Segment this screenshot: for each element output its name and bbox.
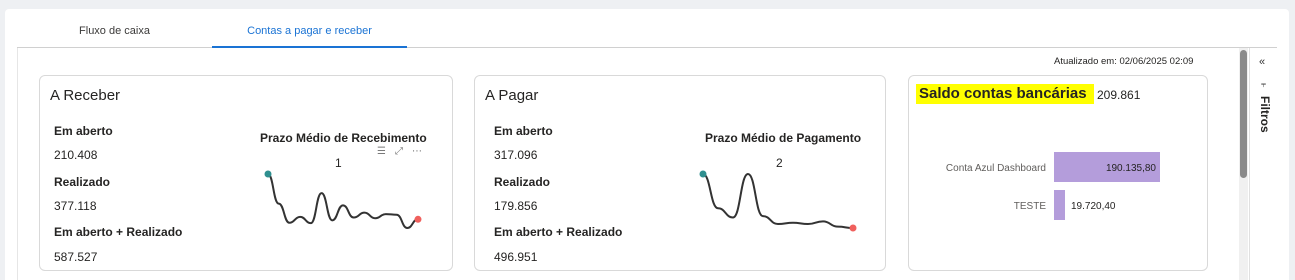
filter-icon[interactable]: ☰ [377, 146, 386, 157]
receber-chart-title: Prazo Médio de Recebimento [260, 131, 427, 145]
page-tabs: Fluxo de caixa Contas a pagar e receber [17, 17, 1277, 49]
receber-aberto-label: Em aberto [54, 124, 113, 138]
pagar-card[interactable]: A Pagar Em aberto 317.096 Realizado 179.… [474, 75, 886, 271]
receber-realizado-value: 377.118 [54, 199, 97, 213]
pagar-chart-title: Prazo Médio de Pagamento [705, 131, 862, 145]
pagar-realizado-label: Realizado [494, 175, 551, 189]
receber-spark-last-point [414, 215, 422, 223]
pagar-title: A Pagar [485, 87, 539, 104]
scrollbar-thumb[interactable] [1240, 50, 1247, 178]
receber-total-label: Em aberto + Realizado [54, 225, 183, 239]
receber-aberto-value: 210.408 [54, 148, 98, 162]
pagar-spark-last-point [849, 224, 857, 232]
pagar-total-label: Em aberto + Realizado [494, 225, 623, 239]
more-options-icon[interactable]: ⋯ [412, 146, 422, 157]
tab-contas-a-pagar-e-receber[interactable]: Contas a pagar e receber [212, 17, 407, 49]
bar-data-label: 190.135,80 [1106, 163, 1156, 174]
saldo-total: 209.861 [1097, 88, 1141, 102]
filter-icon: ⫧ [1261, 79, 1267, 89]
receber-spark-line [267, 173, 419, 230]
saldo-title: Saldo contas bancárias [916, 84, 1094, 104]
visual-toolbar: ☰ ⤢ ⋯ [377, 146, 431, 157]
receber-sparkline [264, 170, 422, 230]
receber-realizado-label: Realizado [54, 175, 111, 189]
receber-total-value: 587.527 [54, 250, 98, 264]
pagar-spark-line [702, 172, 854, 229]
saldo-card[interactable]: Saldo contas bancárias 209.861 Conta Azu… [908, 75, 1208, 271]
report-page: Atualizado em: 02/06/2025 02:09 A Recebe… [17, 48, 1237, 280]
pagar-realizado-value: 179.856 [494, 199, 538, 213]
bar [1054, 190, 1065, 220]
pagar-sparkline [699, 170, 857, 232]
filters-pane[interactable]: « ⫧ Filtros [1249, 48, 1279, 280]
pagar-spark-max-point [699, 170, 707, 178]
tab-fluxo-de-caixa[interactable]: Fluxo de caixa [17, 17, 212, 48]
bar-data-label: 19.720,40 [1071, 201, 1116, 212]
saldo-bar-chart: Conta Azul Dashboard 190.135,80 TESTE 19.72… [946, 152, 1160, 220]
focus-mode-icon[interactable]: ⤢ [395, 146, 403, 157]
filters-label[interactable]: Filtros [1258, 96, 1272, 133]
receber-spark-max-point [264, 170, 272, 178]
receber-title: A Receber [50, 87, 121, 104]
chevron-double-left-icon[interactable]: « [1259, 56, 1265, 68]
pagar-aberto-label: Em aberto [494, 124, 553, 138]
bar-category-label: TESTE [1014, 201, 1047, 212]
updated-timestamp: Atualizado em: 02/06/2025 02:09 [1054, 56, 1194, 67]
pagar-total-value: 496.951 [494, 250, 538, 264]
bar-category-label: Conta Azul Dashboard [946, 163, 1046, 174]
pagar-aberto-value: 317.096 [494, 148, 538, 162]
receber-card[interactable]: A Receber Em aberto 210.408 Realizado 37… [39, 75, 453, 271]
